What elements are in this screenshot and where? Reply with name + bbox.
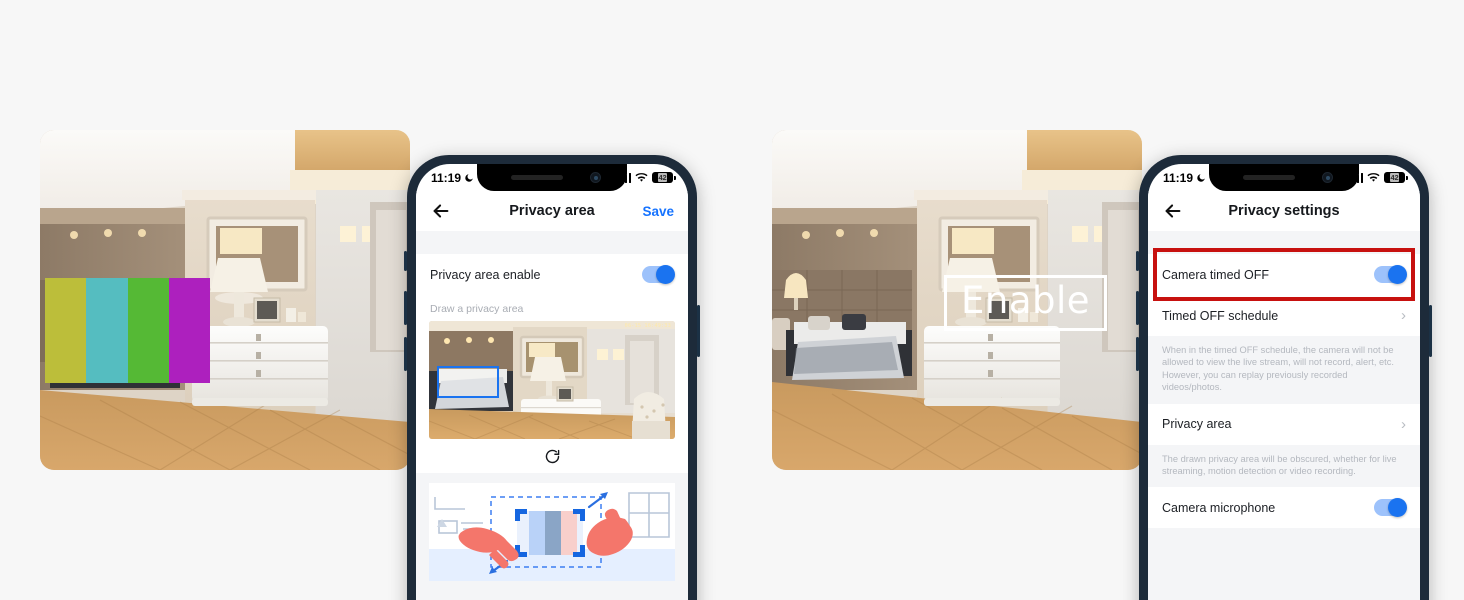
row-privacy-area-enable[interactable]: Privacy area enable: [416, 254, 688, 295]
privacy-area-enable-toggle[interactable]: [642, 265, 675, 284]
enable-callout-label: Enable: [961, 279, 1091, 322]
notch: [1209, 164, 1359, 191]
row-camera-microphone[interactable]: Camera microphone: [1148, 487, 1420, 529]
instruction-illustration-wrap: [416, 473, 688, 595]
earpiece-speaker: [1243, 175, 1295, 180]
volume-up-button[interactable]: [1136, 291, 1139, 325]
status-time-group: 11:19: [1163, 171, 1206, 185]
refresh-row: [416, 439, 688, 473]
wifi-icon: [635, 172, 648, 182]
status-clock: 11:19: [431, 170, 462, 185]
front-camera-icon: [1322, 172, 1333, 183]
row-privacy-area[interactable]: Privacy area ›: [1148, 403, 1420, 445]
back-arrow-icon[interactable]: [430, 200, 452, 222]
hint-privacy-area: The drawn privacy area will be obscured,…: [1148, 444, 1420, 488]
crescent-moon-icon: [465, 173, 473, 182]
toggle-knob: [1388, 265, 1407, 284]
battery-icon: 42: [652, 172, 676, 183]
chevron-right-icon: ›: [1401, 415, 1406, 433]
save-button[interactable]: Save: [642, 204, 674, 219]
screenshot-stage: 11:19 42 Privacy area Save Privacy area …: [0, 0, 1464, 600]
room-photo-left: [40, 130, 410, 470]
camera-timed-off-toggle[interactable]: [1374, 265, 1407, 284]
phone-left: 11:19 42 Privacy area Save Privacy area …: [404, 155, 700, 600]
camera-preview-container[interactable]: 06-15 16:49:33: [416, 321, 688, 439]
row-label: Privacy area enable: [430, 267, 541, 282]
row-timed-off-schedule[interactable]: Timed OFF schedule ›: [1148, 295, 1420, 336]
volume-down-button[interactable]: [404, 337, 407, 371]
privacy-color-bars: [45, 278, 210, 383]
section-gap: [1148, 231, 1420, 254]
preview-timestamp: 06-15 16:49:33: [624, 323, 671, 329]
phone-right: 11:19 42 Privacy settings Camera timed O…: [1136, 155, 1432, 600]
row-label: Camera timed OFF: [1162, 267, 1269, 282]
nav-bar-right: Privacy settings: [1148, 191, 1420, 231]
earpiece-speaker: [511, 175, 563, 180]
status-clock: 11:19: [1163, 170, 1194, 185]
hint-timed-off: When in the timed OFF schedule, the came…: [1148, 336, 1420, 404]
camera-preview[interactable]: 06-15 16:49:33: [429, 321, 675, 439]
volume-down-button[interactable]: [1136, 337, 1139, 371]
battery-level: 42: [657, 173, 668, 182]
row-label: Timed OFF schedule: [1162, 308, 1279, 323]
notch: [477, 164, 627, 191]
page-title: Privacy settings: [1228, 203, 1340, 219]
screen-bottom-filler: [1148, 528, 1420, 600]
chevron-right-icon: ›: [1401, 307, 1406, 324]
phone-screen-left: 11:19 42 Privacy area Save Privacy area …: [416, 164, 688, 600]
camera-microphone-toggle[interactable]: [1374, 498, 1407, 518]
battery-icon: 42: [1384, 172, 1408, 183]
battery-level: 42: [1389, 173, 1400, 182]
screen-bottom-filler: [416, 595, 688, 600]
row-label: Privacy area: [1162, 417, 1232, 432]
row-camera-timed-off[interactable]: Camera timed OFF: [1148, 254, 1420, 295]
front-camera-icon: [590, 172, 601, 183]
power-button[interactable]: [697, 305, 700, 357]
drag-resize-illustration: [429, 483, 675, 581]
crescent-moon-icon: [1197, 173, 1205, 182]
status-time-group: 11:19: [431, 171, 474, 185]
wifi-icon: [1367, 172, 1380, 182]
row-label: Camera microphone: [1162, 500, 1276, 515]
toggle-knob: [1388, 498, 1407, 518]
toggle-knob: [656, 265, 675, 284]
draw-area-hint: Draw a privacy area: [416, 295, 688, 321]
power-button[interactable]: [1429, 305, 1432, 357]
refresh-icon[interactable]: [544, 448, 561, 465]
enable-callout: Enable: [944, 275, 1108, 331]
back-arrow-icon[interactable]: [1162, 200, 1184, 222]
nav-bar-left: Privacy area Save: [416, 191, 688, 231]
mute-switch[interactable]: [404, 251, 407, 271]
panel-right: Enable 11:19 42 Privacy settings Camera …: [732, 0, 1464, 600]
section-gap: [416, 231, 688, 254]
panel-left: 11:19 42 Privacy area Save Privacy area …: [0, 0, 732, 600]
mute-switch[interactable]: [1136, 251, 1139, 271]
privacy-area-rectangle[interactable]: [437, 366, 499, 398]
volume-up-button[interactable]: [404, 291, 407, 325]
room-photo-right: Enable: [772, 130, 1142, 470]
phone-screen-right: 11:19 42 Privacy settings Camera timed O…: [1148, 164, 1420, 600]
